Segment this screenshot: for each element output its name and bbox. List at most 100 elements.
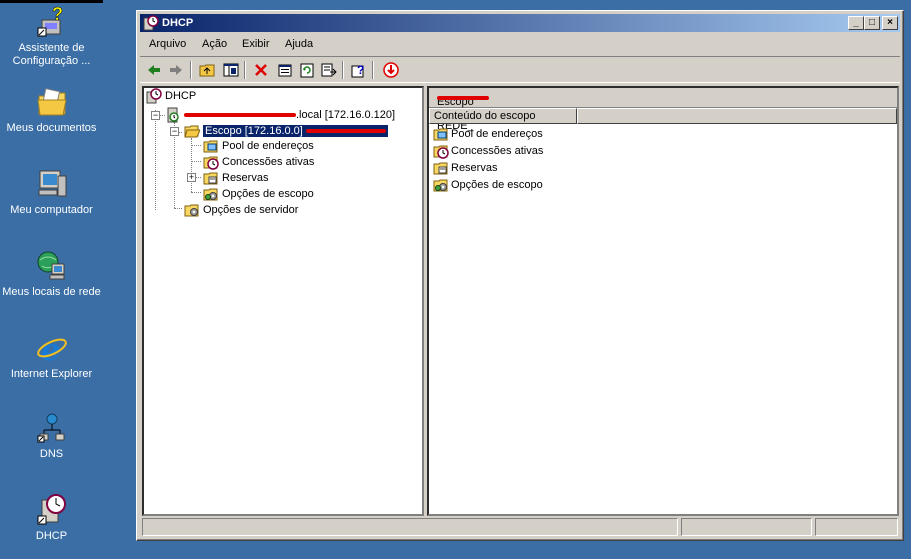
tree-line bbox=[155, 110, 156, 210]
properties-icon bbox=[278, 64, 292, 77]
tree-scope-options[interactable]: Opções de escopo bbox=[203, 186, 314, 202]
minimize-button[interactable]: _ bbox=[848, 16, 864, 30]
toolbar-separator bbox=[372, 61, 374, 79]
tree-server-label: .local [172.16.0.120] bbox=[296, 109, 396, 121]
status-panel-3 bbox=[815, 518, 898, 536]
tree-active-leases[interactable]: Concessões ativas bbox=[203, 154, 314, 170]
close-button[interactable]: × bbox=[882, 16, 898, 30]
desktop-icon-label: Meu computador bbox=[10, 204, 93, 216]
details-pane[interactable]: Escopo [172.16.0.0] REDE_ Conteúdo do es… bbox=[427, 86, 899, 516]
column-header-contents[interactable]: Conteúdo do escopo bbox=[429, 108, 577, 124]
server-options-icon bbox=[184, 202, 200, 218]
collapse-server-toggle[interactable]: − bbox=[151, 111, 160, 120]
delete-button[interactable] bbox=[250, 60, 272, 80]
tree-root-label: DHCP bbox=[165, 90, 197, 102]
details-item-address-pool[interactable]: Pool de endereços bbox=[433, 126, 543, 142]
details-item-label: Concessões ativas bbox=[451, 145, 544, 157]
column-header-blank[interactable] bbox=[577, 108, 897, 124]
back-icon bbox=[148, 65, 160, 75]
tree-active-leases-label: Concessões ativas bbox=[222, 156, 315, 168]
back-button[interactable] bbox=[143, 60, 165, 80]
tree-server[interactable]: .local [172.16.0.120] bbox=[165, 107, 395, 123]
desktop-icon-label: DHCP bbox=[35, 530, 68, 542]
ie-icon: e bbox=[36, 332, 68, 368]
title-bar[interactable]: DHCP _ □ × bbox=[140, 14, 900, 32]
refresh-button[interactable] bbox=[296, 60, 318, 80]
tree-address-pool[interactable]: Pool de endereços bbox=[203, 138, 314, 154]
tree-scope-label: Escopo [172.16.0.0] bbox=[202, 124, 389, 138]
tree-server-options[interactable]: Opções de servidor bbox=[184, 202, 298, 218]
expand-reservations-toggle[interactable]: + bbox=[187, 173, 196, 182]
active-leases-icon bbox=[433, 143, 449, 159]
tree-scope[interactable]: Escopo [172.16.0.0] bbox=[184, 123, 389, 139]
details-header: Escopo [172.16.0.0] REDE_ bbox=[429, 88, 897, 132]
menu-acao[interactable]: Ação bbox=[202, 38, 227, 50]
tree-pane[interactable]: DHCP − .local [172.16.0.120] − Escopo [1… bbox=[142, 86, 424, 516]
scope-options-icon bbox=[203, 186, 219, 202]
svg-text:e: e bbox=[41, 333, 60, 364]
dns-icon bbox=[36, 412, 68, 444]
toolbar-separator bbox=[244, 61, 246, 79]
network-icon bbox=[36, 250, 68, 282]
tree-root-dhcp[interactable]: DHCP bbox=[146, 88, 196, 104]
menu-bar: Arquivo Ação Exibir Ajuda bbox=[140, 34, 900, 54]
tree-line bbox=[191, 192, 201, 193]
help-icon: ? bbox=[351, 63, 364, 78]
desktop-top-strip bbox=[0, 0, 103, 3]
desktop-icon-my-documents[interactable]: Meus documentos bbox=[0, 86, 103, 135]
scope-options-icon bbox=[433, 177, 449, 193]
export-icon bbox=[321, 63, 337, 77]
desktop-icon-dhcp[interactable]: DHCP bbox=[0, 494, 103, 543]
details-item-scope-options[interactable]: Opções de escopo bbox=[433, 177, 543, 193]
folder-documents-icon bbox=[36, 86, 68, 118]
address-pool-icon bbox=[433, 126, 449, 142]
menu-exibir[interactable]: Exibir bbox=[242, 38, 270, 50]
collapse-scope-toggle[interactable]: − bbox=[170, 127, 179, 136]
tree-line bbox=[191, 138, 192, 192]
reservations-icon bbox=[203, 170, 219, 186]
desktop-icon-dns[interactable]: DNS bbox=[0, 412, 103, 461]
desktop-icon-label: Meus documentos bbox=[6, 122, 97, 134]
reservations-icon bbox=[433, 160, 449, 176]
status-bar bbox=[140, 518, 900, 538]
delete-icon bbox=[255, 64, 267, 76]
column-headers: Conteúdo do escopo bbox=[429, 108, 897, 124]
desktop-icon-label: DNS bbox=[39, 448, 64, 460]
details-item-active-leases[interactable]: Concessões ativas bbox=[433, 143, 543, 159]
toolbar-separator bbox=[342, 61, 344, 79]
active-leases-icon bbox=[203, 154, 219, 170]
computer-icon bbox=[36, 168, 68, 200]
wizard-icon: ? bbox=[36, 4, 68, 38]
status-panel-2 bbox=[681, 518, 812, 536]
menu-ajuda[interactable]: Ajuda bbox=[285, 38, 313, 50]
maximize-button[interactable]: □ bbox=[864, 16, 880, 30]
up-folder-button[interactable] bbox=[196, 60, 218, 80]
tree-line bbox=[191, 145, 201, 146]
server-icon bbox=[165, 107, 181, 123]
redacted-scope-name bbox=[305, 129, 386, 134]
show-tree-button[interactable] bbox=[220, 60, 242, 80]
details-item-label: Opções de escopo bbox=[451, 179, 543, 191]
tree-reservations[interactable]: Reservas bbox=[203, 170, 268, 186]
menu-arquivo[interactable]: Arquivo bbox=[149, 38, 186, 50]
refresh-icon bbox=[300, 63, 314, 78]
desktop-icon-internet-explorer[interactable]: e Internet Explorer bbox=[0, 332, 103, 381]
forward-button[interactable] bbox=[165, 60, 187, 80]
stop-button[interactable] bbox=[380, 60, 402, 80]
svg-text:?: ? bbox=[357, 63, 364, 77]
help-button[interactable]: ? bbox=[348, 60, 370, 80]
tree-address-pool-label: Pool de endereços bbox=[222, 140, 314, 152]
export-button[interactable] bbox=[318, 60, 340, 80]
desktop-icon-my-computer[interactable]: Meu computador bbox=[0, 168, 103, 217]
up-folder-icon bbox=[199, 64, 215, 77]
tree-line bbox=[191, 161, 201, 162]
show-tree-icon bbox=[223, 63, 239, 77]
details-item-reservations[interactable]: Reservas bbox=[433, 160, 497, 176]
desktop-icon-label: Meus locais de rede bbox=[2, 286, 101, 298]
details-item-label: Pool de endereços bbox=[451, 128, 543, 140]
desktop-icon-wizard[interactable]: ? Assistente de Configuração ... bbox=[0, 4, 103, 68]
address-pool-icon bbox=[203, 138, 219, 154]
desktop-icon-network[interactable]: Meus locais de rede bbox=[0, 250, 103, 299]
desktop-icon-label: Assistente de Configuração ... bbox=[12, 42, 91, 67]
properties-button[interactable] bbox=[274, 60, 296, 80]
